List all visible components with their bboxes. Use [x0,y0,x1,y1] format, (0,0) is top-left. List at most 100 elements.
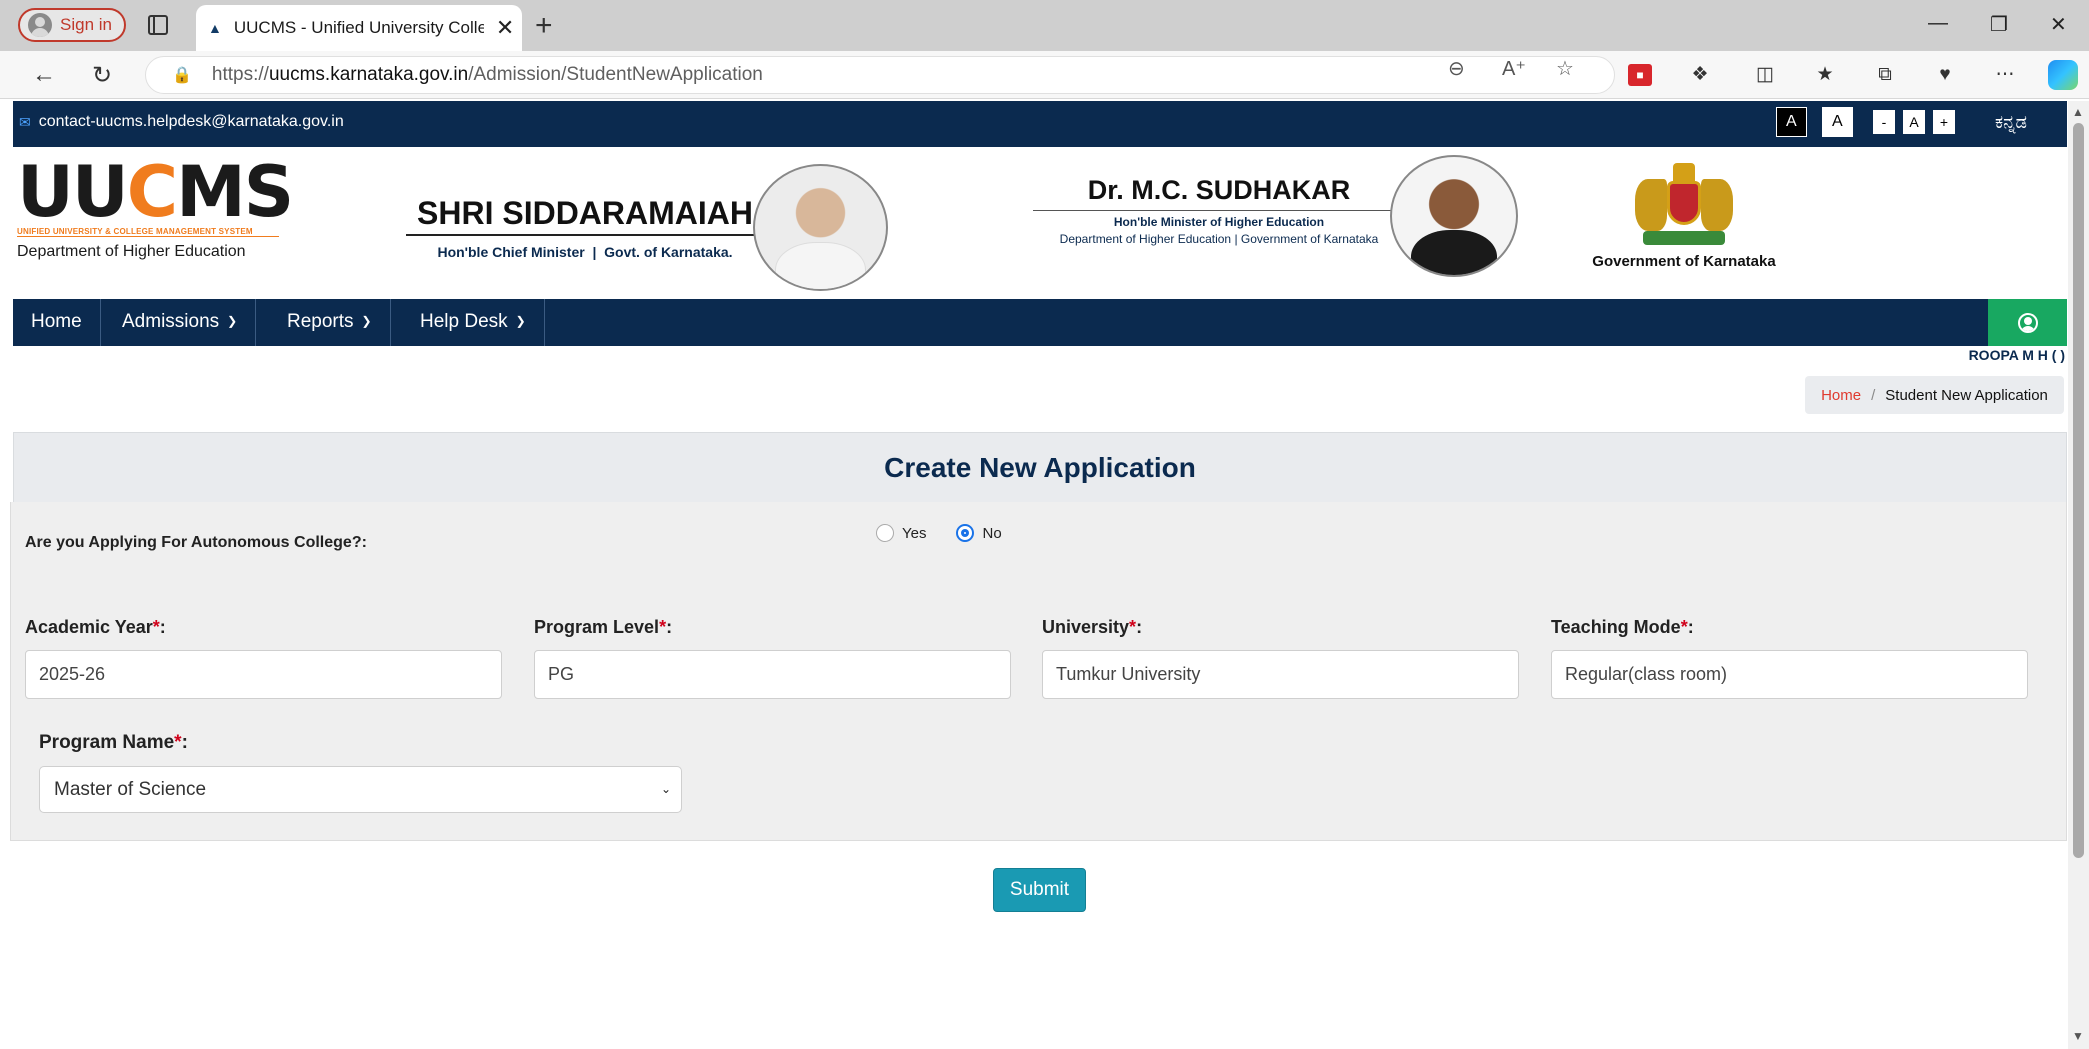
nav-admissions[interactable]: Admissions ❯ [104,299,257,346]
url-path: /Admission/StudentNewApplication [468,64,763,85]
radio-yes[interactable] [876,524,894,542]
font-decrease-button[interactable]: - [1873,110,1895,134]
minister-govt: Government of Karnataka [1240,232,1379,246]
helpdesk-email-text: contact-uucms.helpdesk@karnataka.gov.in [38,113,344,130]
pdf-extension-icon[interactable]: ■ [1628,64,1652,86]
chief-minister-name: SHRI SIDDARAMAIAH [406,195,764,236]
breadcrumb-home-link[interactable]: Home [1821,387,1861,404]
sign-in-button[interactable]: Sign in [18,8,126,42]
profile-avatar-icon [28,13,52,37]
logo-department: Department of Higher Education [17,243,246,260]
logo-tagline: UNIFIED UNIVERSITY & COLLEGE MANAGEMENT … [17,227,279,237]
program-name-select[interactable]: Master of Science ⌄ [39,766,682,813]
breadcrumb-current: Student New Application [1885,386,2048,404]
font-reset-button[interactable]: A [1903,110,1925,134]
restore-icon[interactable]: ❐ [1990,12,2008,37]
university-label: University [1042,617,1130,637]
chevron-down-icon: ❯ [361,314,372,328]
scroll-down-icon[interactable]: ▼ [2072,1029,2084,1043]
university-input[interactable]: Tumkur University [1042,650,1519,699]
copilot-icon[interactable] [2048,60,2078,90]
submit-button[interactable]: Submit [993,868,1086,912]
browser-address-bar: ← ↻ 🔒 https://uucms.karnataka.gov.in/Adm… [0,51,2089,99]
chief-minister-govt: Govt. of Karnataka. [604,244,733,260]
browser-essentials-icon[interactable]: ♥ [1933,64,1957,86]
breadcrumb-separator: / [1871,386,1876,404]
helpdesk-email[interactable]: ✉ contact-uucms.helpdesk@karnataka.gov.i… [19,113,344,131]
university-field: University*: Tumkur University [1042,617,1519,699]
contrast-dark-button[interactable]: A [1776,107,1807,137]
minister-banner: Dr. M.C. SUDHAKAR Hon'ble Minister of Hi… [1033,175,1405,246]
program-name-label: Program Name [39,732,175,753]
label-suffix: : [1136,617,1143,637]
back-icon[interactable]: ← [32,61,56,89]
nav-help-desk[interactable]: Help Desk ❯ [402,299,545,346]
nav-help-desk-label: Help Desk [420,311,508,332]
chevron-down-icon: ⌄ [660,782,671,796]
contrast-light-button[interactable]: A [1822,107,1853,137]
tab-title: UUCMS - Unified University College Manag… [233,18,484,37]
favorite-star-icon[interactable]: ☆ [1556,56,1574,81]
read-aloud-icon[interactable]: A⁺ [1502,56,1526,81]
tab-actions-icon[interactable] [148,15,168,35]
label-suffix: : [666,617,673,637]
breadcrumb: Home / Student New Application [1805,376,2064,414]
label-suffix: : [1687,617,1694,637]
site-favicon-icon: ▲ [208,20,222,36]
government-label: Government of Karnataka [1592,253,1776,270]
chief-minister-banner: SHRI SIDDARAMAIAH Hon'ble Chief Minister… [406,195,764,260]
karnataka-emblem: Government of Karnataka [1580,161,1788,270]
logo-text-c: C [126,151,178,233]
program-level-input[interactable]: PG [534,650,1011,699]
academic-year-input[interactable]: 2025-26 [25,650,502,699]
collections-icon[interactable]: ⧉ [1873,64,1897,86]
required-mark: * [1680,617,1688,637]
split-screen-icon[interactable]: ◫ [1753,64,1777,86]
radio-no-label: No [982,524,1002,542]
label-suffix: : [181,732,188,753]
page-scrollbar[interactable]: ▲ ▼ [2068,101,2089,1049]
more-menu-icon[interactable]: ⋯ [1993,64,2017,86]
browser-tab-bar: Sign in ▲ UUCMS - Unified University Col… [0,0,2089,51]
favorites-list-icon[interactable]: ★ [1813,64,1837,86]
close-window-icon[interactable]: ✕ [2050,12,2067,37]
minimize-icon[interactable]: — [1928,12,1948,35]
browser-tab-active[interactable]: ▲ UUCMS - Unified University College Man… [196,5,522,51]
nav-reports[interactable]: Reports ❯ [269,299,391,346]
close-tab-icon[interactable]: ✕ [496,15,514,41]
academic-year-field: Academic Year*: 2025-26 [25,617,502,699]
language-toggle[interactable]: ಕನ್ನಡ [1995,112,2027,133]
nav-admissions-label: Admissions [122,311,220,332]
chevron-down-icon: ❯ [515,314,526,328]
program-name-field: Program Name*: Master of Science ⌄ [39,732,682,813]
uucms-logo[interactable]: UUCMS UNIFIED UNIVERSITY & COLLEGE MANAG… [17,157,294,261]
user-menu-button[interactable] [1988,299,2067,346]
nav-home[interactable]: Home [13,299,101,346]
minister-photo [1390,155,1518,277]
logo-text-ms: MS [176,151,294,233]
new-tab-icon[interactable]: + [535,9,553,43]
radio-no[interactable] [956,524,975,542]
teaching-mode-field: Teaching Mode*: Regular(class room) [1551,617,2028,699]
url-input[interactable]: 🔒 https://uucms.karnataka.gov.in/Admissi… [145,56,1615,94]
contact-top-bar: ✉ contact-uucms.helpdesk@karnataka.gov.i… [13,101,2067,147]
url-prefix: https:// [211,64,269,85]
nav-home-label: Home [31,311,82,332]
required-mark: * [174,732,182,753]
scroll-up-icon[interactable]: ▲ [2072,105,2084,119]
zoom-out-icon[interactable]: ⊖ [1448,56,1465,81]
program-level-field: Program Level*: PG [534,617,1011,699]
sign-in-label: Sign in [60,15,112,34]
extensions-icon[interactable]: ❖ [1688,64,1712,86]
font-increase-button[interactable]: + [1933,110,1955,134]
scrollbar-thumb[interactable] [2073,123,2084,858]
page-title: Create New Application [13,432,2067,502]
refresh-icon[interactable]: ↻ [92,61,112,90]
main-navbar: Home Admissions ❯ Reports ❯ Help Desk ❯ [13,299,2067,346]
lock-icon: 🔒 [172,67,192,84]
label-suffix: : [159,617,166,637]
teaching-mode-label: Teaching Mode [1551,617,1681,637]
teaching-mode-input[interactable]: Regular(class room) [1551,650,2028,699]
program-name-value: Master of Science [54,779,207,800]
chevron-down-icon: ❯ [227,314,238,328]
